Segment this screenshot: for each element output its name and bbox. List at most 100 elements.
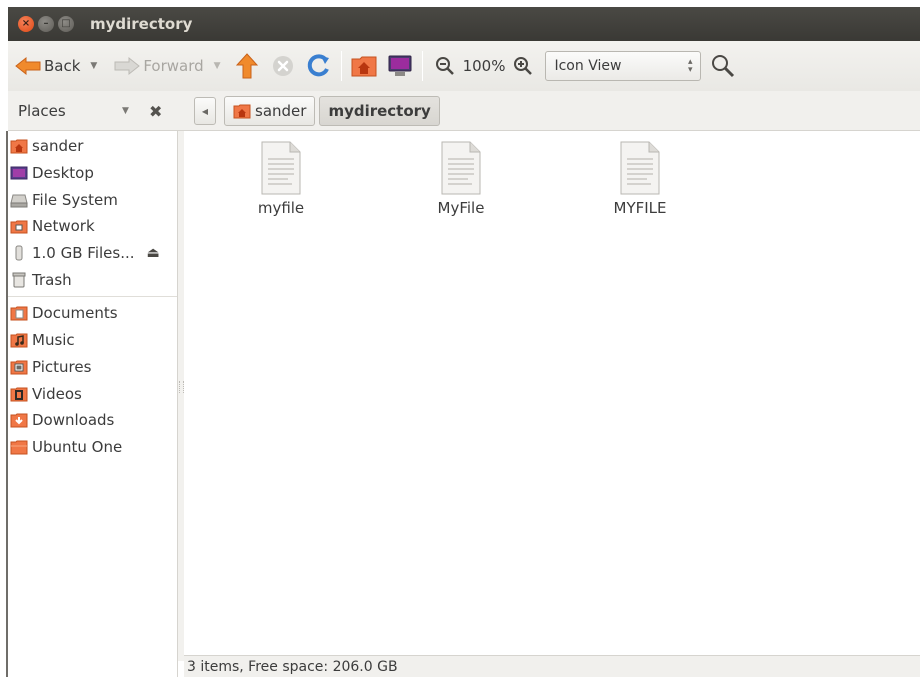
- home-folder-icon: [233, 104, 251, 119]
- zoom-level: 100%: [462, 57, 506, 75]
- ubuntu-one-folder-icon: [10, 440, 28, 455]
- computer-button[interactable]: [384, 50, 416, 82]
- sidebar-item-label: Videos: [32, 384, 82, 403]
- sidebar-item-trash[interactable]: Trash: [8, 266, 177, 293]
- file-item-MYFILE[interactable]: MYFILE: [580, 141, 700, 217]
- location-row: Places ▼ ✖ ◀ sander mydirectory: [8, 91, 920, 131]
- sidebar-item-pictures[interactable]: Pictures: [8, 354, 177, 381]
- back-button[interactable]: Back ▼: [14, 50, 97, 82]
- places-header-label: Places: [18, 102, 66, 120]
- search-icon: [712, 55, 735, 78]
- search-button[interactable]: [707, 50, 739, 82]
- file-item-MyFile[interactable]: MyFile: [401, 141, 521, 217]
- zoom-out-button[interactable]: [429, 50, 461, 82]
- file-item-myfile[interactable]: myfile: [221, 141, 341, 217]
- breadcrumb: ◀ sander mydirectory: [194, 95, 440, 127]
- home-folder-icon: [10, 139, 28, 154]
- back-arrow-icon: [15, 56, 41, 76]
- toolbar-separator: [340, 51, 342, 81]
- sidebar-item-file-system[interactable]: File System: [8, 186, 177, 213]
- sidebar-item-label: Music: [32, 331, 75, 350]
- status-bar: 3 items, Free space: 206.0 GB: [184, 655, 920, 677]
- zoom-out-icon: [435, 57, 454, 75]
- breadcrumb-label: sander: [255, 102, 307, 120]
- sidebar-item-label: Network: [32, 217, 95, 236]
- toolbar-separator: [421, 51, 423, 81]
- back-history-dropdown[interactable]: ▼: [90, 61, 97, 71]
- devices-group: sander Desktop File System Network 1.0 G…: [8, 131, 177, 293]
- file-name: MyFile: [437, 199, 485, 217]
- window-title: mydirectory: [90, 15, 193, 33]
- sidebar-item-label: File System: [32, 190, 118, 209]
- sidebar-item-downloads[interactable]: Downloads: [8, 407, 177, 434]
- sidebar-item-label: Ubuntu One: [32, 437, 123, 456]
- harddisk-icon: [10, 194, 28, 208]
- breadcrumb-left-arrow[interactable]: ◀: [194, 97, 216, 125]
- forward-history-dropdown[interactable]: ▼: [214, 61, 221, 71]
- maximize-window-button[interactable]: □: [58, 16, 74, 32]
- trash-icon: [12, 272, 26, 288]
- view-mode-select[interactable]: Icon View ▴ ▾: [545, 51, 702, 81]
- stop-icon: [272, 56, 293, 76]
- places-dropdown[interactable]: ▼: [122, 106, 129, 116]
- sidebar-item-documents[interactable]: Documents: [8, 300, 177, 327]
- videos-folder-icon: [10, 387, 28, 402]
- downloads-folder-icon: [10, 413, 28, 428]
- sidebar-item-label: Desktop: [32, 164, 94, 183]
- up-arrow-icon: [235, 53, 258, 79]
- places-header: Places ▼ ✖: [8, 91, 180, 131]
- stop-button[interactable]: [267, 50, 299, 82]
- up-button[interactable]: [231, 50, 263, 82]
- sidebar-item-videos[interactable]: Videos: [8, 380, 177, 407]
- file-icon-view[interactable]: myfile MyFile MYFILE: [184, 131, 920, 655]
- sidebar-item-label: sander: [32, 137, 84, 156]
- home-button[interactable]: [348, 50, 380, 82]
- title-bar: × – □ mydirectory: [8, 7, 920, 41]
- sidebar-item-label: Downloads: [32, 411, 115, 430]
- forward-arrow-icon: [114, 56, 141, 76]
- sidebar-item-label: Documents: [32, 304, 118, 323]
- sidebar-divider: [8, 296, 177, 298]
- sidebar-item-label: Trash: [32, 270, 72, 289]
- close-window-button[interactable]: ×: [18, 16, 34, 32]
- forward-label: Forward: [143, 57, 204, 75]
- forward-button[interactable]: Forward ▼: [113, 50, 221, 82]
- text-file-icon: [620, 141, 660, 195]
- sidebar-item-music[interactable]: Music: [8, 327, 177, 354]
- documents-folder-icon: [10, 306, 28, 321]
- toolbar: Back ▼ Forward ▼ 100% Icon View ▴ ▾: [8, 41, 920, 91]
- breadcrumb-label: mydirectory: [328, 102, 431, 120]
- close-sidebar-icon[interactable]: ✖: [149, 102, 162, 121]
- computer-icon: [388, 55, 412, 76]
- reload-icon: [307, 54, 329, 77]
- bookmarks-group: Documents Music Pictures Videos Download…: [8, 300, 177, 460]
- breadcrumb-sander[interactable]: sander: [224, 96, 316, 126]
- zoom-in-icon: [514, 57, 533, 75]
- sidebar-item-sander[interactable]: sander: [8, 133, 177, 160]
- reload-button[interactable]: [303, 50, 335, 82]
- sidebar-item-ubuntu-one[interactable]: Ubuntu One: [8, 434, 177, 461]
- sidebar-item-usb-drive[interactable]: 1.0 GB Files... ⏏: [8, 240, 177, 267]
- view-mode-value: Icon View: [554, 58, 622, 74]
- network-icon: [10, 220, 28, 234]
- status-text: 3 items, Free space: 206.0 GB: [187, 659, 398, 675]
- usb-drive-icon: [15, 245, 23, 261]
- file-name: MYFILE: [613, 199, 667, 217]
- desktop-icon: [10, 166, 28, 180]
- places-sidebar: sander Desktop File System Network 1.0 G…: [6, 131, 178, 677]
- eject-icon[interactable]: ⏏: [147, 245, 160, 261]
- text-file-icon: [441, 141, 481, 195]
- text-file-icon: [261, 141, 301, 195]
- sidebar-item-network[interactable]: Network: [8, 213, 177, 240]
- spin-arrows-icon: ▴ ▾: [687, 57, 693, 75]
- sidebar-item-desktop[interactable]: Desktop: [8, 160, 177, 187]
- home-folder-icon: [351, 56, 377, 77]
- zoom-in-button[interactable]: [507, 50, 539, 82]
- breadcrumb-mydirectory[interactable]: mydirectory: [319, 96, 440, 126]
- sidebar-item-label: 1.0 GB Files...: [32, 244, 135, 263]
- music-folder-icon: [10, 333, 28, 348]
- sidebar-item-label: Pictures: [32, 357, 92, 376]
- minimize-window-button[interactable]: –: [38, 16, 54, 32]
- pictures-folder-icon: [10, 360, 28, 375]
- file-name: myfile: [257, 199, 305, 217]
